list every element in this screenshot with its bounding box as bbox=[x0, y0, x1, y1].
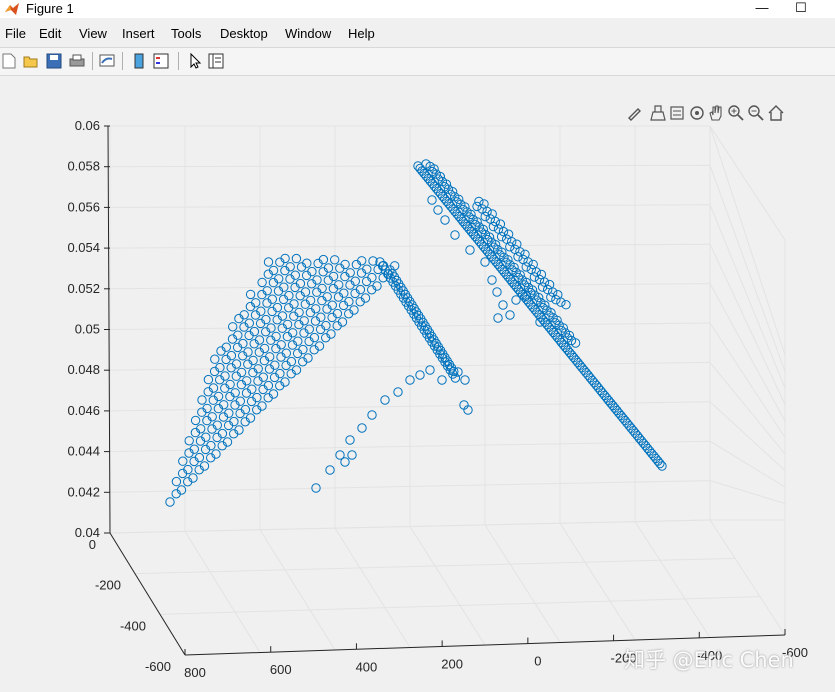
floor-grid-line bbox=[259, 529, 336, 651]
z-grid-line-right bbox=[709, 401, 786, 471]
data-point bbox=[460, 375, 470, 385]
floor-grid-line bbox=[184, 531, 261, 653]
data-point bbox=[257, 277, 267, 288]
data-point bbox=[529, 272, 540, 282]
data-point bbox=[450, 230, 460, 240]
data-point bbox=[521, 262, 531, 272]
z-tick-label: 0.054 bbox=[67, 240, 100, 255]
x-tick-label: 0 bbox=[534, 654, 541, 669]
z-axis-ticks: 0.04 0.042 0.044 0.046 0.048 0.05 0.052 0.054 0.… bbox=[67, 118, 110, 540]
z-tick-label: 0.052 bbox=[67, 281, 100, 296]
y-tick-label: 0 bbox=[89, 537, 96, 552]
floor-grid-line bbox=[559, 522, 636, 641]
data-point bbox=[325, 465, 335, 475]
data-point bbox=[433, 205, 443, 215]
data-point bbox=[472, 201, 482, 212]
floor-grid-line bbox=[409, 526, 486, 646]
data-point bbox=[165, 497, 175, 507]
data-point bbox=[245, 289, 256, 300]
data-point bbox=[197, 395, 207, 405]
data-point bbox=[228, 322, 238, 332]
data-point bbox=[511, 295, 521, 305]
z-tick-label: 0.04 bbox=[75, 525, 100, 540]
floor-grid-line bbox=[334, 527, 411, 648]
data-point bbox=[345, 435, 355, 445]
y-tick-label: -200 bbox=[95, 578, 121, 593]
data-point bbox=[513, 252, 523, 262]
z-grid-line-right bbox=[709, 125, 786, 356]
data-point bbox=[425, 365, 435, 375]
z-grid-line-right bbox=[709, 362, 786, 455]
axes-3d[interactable]: 0.04 0.042 0.044 0.046 0.048 0.05 0.052 0.054 0.… bbox=[0, 0, 835, 692]
z-grid-line-right bbox=[709, 204, 786, 389]
right-wall-edge bbox=[709, 125, 786, 241]
z-tick-label: 0.056 bbox=[67, 199, 100, 214]
data-point bbox=[347, 450, 357, 460]
data-point bbox=[546, 292, 556, 302]
z-tick-label: 0.046 bbox=[67, 403, 100, 418]
data-point bbox=[465, 245, 475, 255]
z-grid-line-right bbox=[709, 440, 786, 488]
floor-grid-line bbox=[634, 521, 711, 638]
x-tick-label: 800 bbox=[184, 665, 206, 680]
data-point bbox=[171, 476, 182, 487]
y-axis-line bbox=[109, 532, 186, 656]
data-point bbox=[367, 410, 377, 420]
data-point bbox=[488, 221, 499, 232]
data-point bbox=[493, 313, 503, 323]
data-point bbox=[551, 295, 561, 305]
z-tick-label: 0.042 bbox=[67, 484, 100, 499]
data-point bbox=[492, 287, 502, 297]
data-point bbox=[427, 195, 437, 205]
data-point bbox=[291, 253, 302, 264]
data-point bbox=[203, 374, 214, 385]
data-point bbox=[340, 457, 350, 467]
data-point bbox=[178, 456, 188, 466]
scatter-points bbox=[165, 159, 667, 507]
data-point bbox=[487, 275, 497, 285]
z-tick-label: 0.06 bbox=[75, 118, 100, 133]
x-tick-label: 200 bbox=[441, 656, 463, 671]
watermark-text: 知乎 @Eric Chen bbox=[624, 648, 794, 672]
data-point bbox=[437, 375, 447, 385]
data-point bbox=[380, 395, 390, 405]
data-point bbox=[496, 232, 507, 242]
z-grid-line-right bbox=[709, 480, 786, 504]
data-point bbox=[415, 370, 425, 380]
y-axis-ticks: 0 -200 -400 -600 bbox=[89, 537, 171, 674]
data-point bbox=[561, 300, 571, 310]
x-tick-label: 600 bbox=[270, 662, 292, 677]
y-tick-label: -600 bbox=[145, 659, 171, 674]
data-point bbox=[505, 242, 515, 252]
z-tick-label: 0.044 bbox=[67, 444, 100, 459]
z-tick-label: 0.058 bbox=[67, 159, 100, 174]
data-point bbox=[537, 282, 548, 292]
y-tick-label: -400 bbox=[120, 618, 146, 633]
x-tick-label: 400 bbox=[356, 659, 378, 674]
data-point bbox=[393, 387, 403, 397]
data-point bbox=[190, 415, 201, 426]
floor-grid-line bbox=[159, 596, 761, 615]
z-tick-label: 0.048 bbox=[67, 362, 100, 377]
data-point bbox=[357, 423, 367, 433]
data-point bbox=[556, 297, 566, 307]
floor-grid-line bbox=[484, 524, 561, 643]
z-tick-label: 0.05 bbox=[75, 322, 100, 337]
data-point bbox=[210, 354, 220, 364]
z-grid-line-right bbox=[709, 283, 786, 422]
data-point bbox=[498, 300, 508, 310]
data-point bbox=[263, 257, 274, 267]
floor-grid-line bbox=[134, 557, 736, 575]
data-point bbox=[440, 215, 450, 225]
floor-grid-line bbox=[709, 519, 786, 636]
data-point bbox=[505, 310, 515, 320]
data-point bbox=[184, 436, 194, 446]
